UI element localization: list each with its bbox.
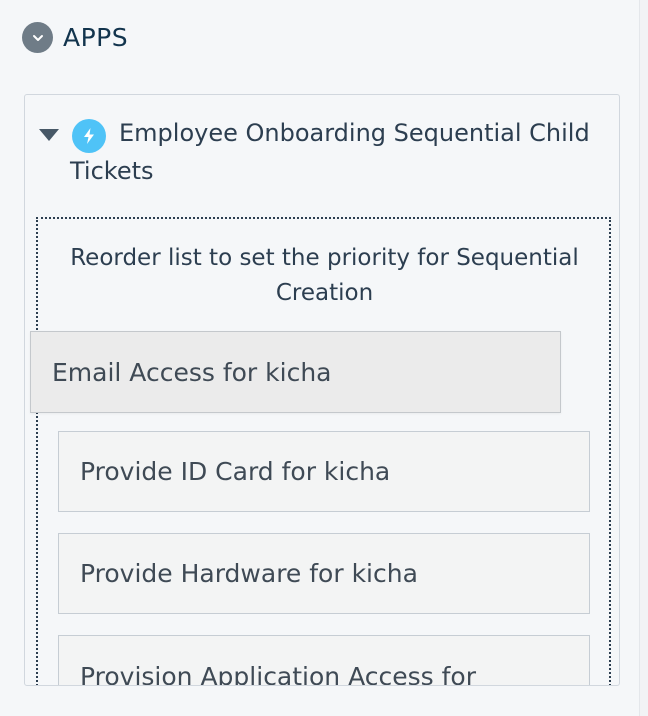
list-item-label: Email Access for kicha xyxy=(52,357,332,387)
list-item[interactable]: Provide Hardware for kicha xyxy=(58,533,590,614)
reorder-list: Reorder list to set the priority for Seq… xyxy=(36,217,611,686)
section-title: APPS xyxy=(63,23,129,52)
scrollbar-track[interactable] xyxy=(639,0,648,716)
list-item-label: Provide Hardware for kicha xyxy=(80,559,418,588)
list-item-label: Provide ID Card for kicha xyxy=(80,457,391,486)
list-item[interactable]: Provision Application Access for xyxy=(58,635,590,686)
list-item[interactable]: Provide ID Card for kicha xyxy=(58,431,590,512)
list-item-label: Provision Application Access for xyxy=(80,662,476,686)
apps-section-header: APPS xyxy=(22,22,128,53)
app-title: Employee Onboarding Sequential Child Tic… xyxy=(70,119,590,185)
lightning-bolt-icon xyxy=(72,119,106,153)
chevron-down-icon[interactable] xyxy=(22,22,53,53)
caret-down-icon[interactable] xyxy=(39,129,59,141)
app-header[interactable]: Employee Onboarding Sequential Child Tic… xyxy=(39,119,609,190)
dragging-list-item[interactable]: Email Access for kicha xyxy=(30,331,561,413)
reorder-hint: Reorder list to set the priority for Seq… xyxy=(70,245,579,306)
